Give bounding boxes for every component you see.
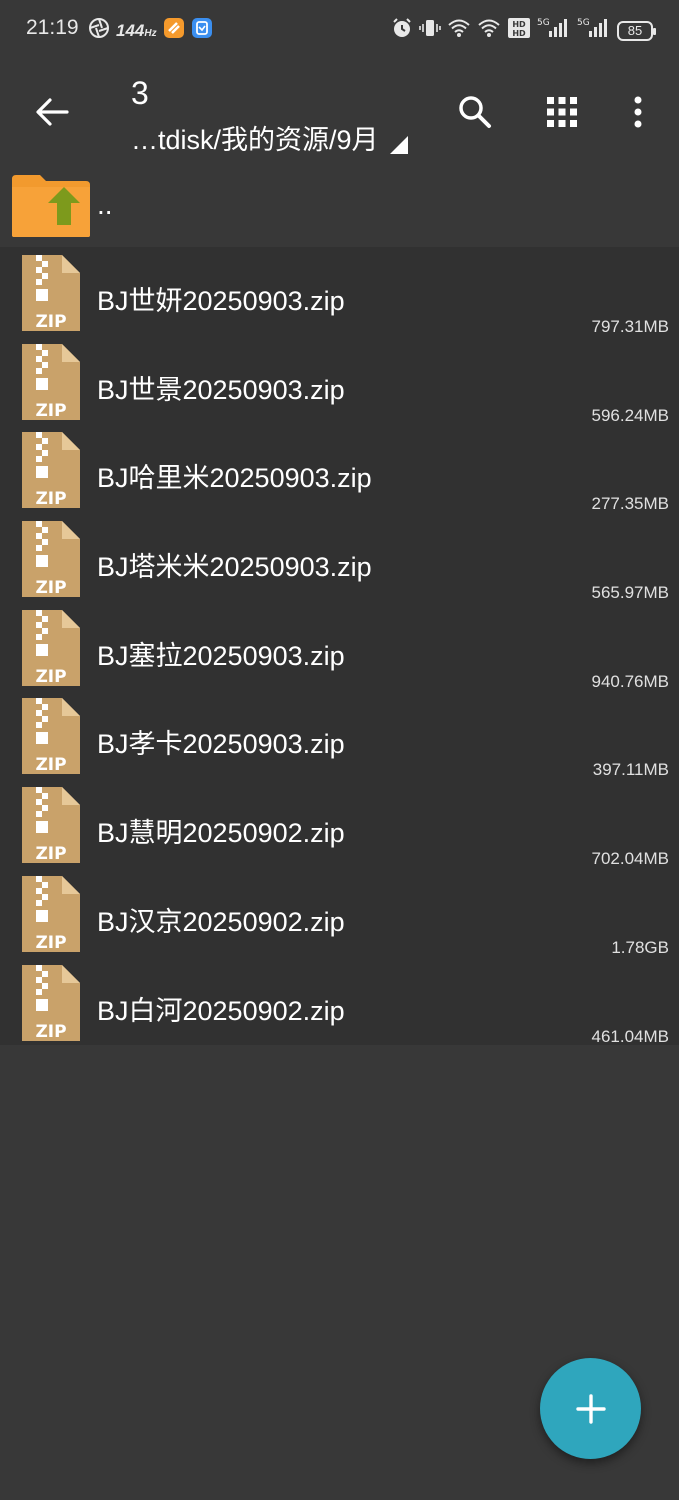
- status-time: 21:19: [26, 16, 79, 39]
- network-type-1: 5G: [537, 18, 550, 28]
- hd-voice-icon: HD HD: [507, 17, 531, 44]
- battery-icon: 85: [617, 20, 656, 41]
- plus-icon: [575, 1393, 606, 1424]
- file-rows: ZIP BJ世妍20250903.zip 797.31MB ZIP BJ世景20…: [0, 247, 679, 1048]
- parent-directory-label: ..: [97, 189, 113, 220]
- zip-file-icon: ZIP: [20, 874, 82, 959]
- file-size: 565.97MB: [591, 583, 670, 603]
- add-fab-button[interactable]: [540, 1358, 641, 1459]
- more-options-button[interactable]: [610, 84, 666, 140]
- file-row-4[interactable]: ZIP BJ塔米米20250903.zip 565.97MB: [0, 513, 679, 602]
- file-name: BJ孝卡20250903.zip: [97, 729, 345, 760]
- wifi-icon: [447, 18, 471, 43]
- file-name: BJ哈里米20250903.zip: [97, 463, 372, 494]
- zip-label: ZIP: [35, 1022, 66, 1042]
- signal-5g-icon-secondary: 5G: [577, 17, 611, 44]
- battery-level: 85: [627, 23, 643, 38]
- file-size: 277.35MB: [591, 494, 670, 514]
- refresh-rate: 144Hz: [116, 20, 157, 40]
- path-text: …tdisk/我的资源/9月: [131, 125, 379, 155]
- file-name: BJ汉京20250902.zip: [97, 906, 345, 937]
- file-size: 461.04MB: [591, 1026, 670, 1046]
- file-name: BJ世妍20250903.zip: [97, 286, 345, 316]
- file-list: .. ZIP BJ世妍20250903.zip 797.31MB ZIP BJ世…: [0, 167, 679, 1048]
- zip-file-icon: ZIP: [20, 253, 82, 338]
- toolbar: 3 …tdisk/我的资源/9月: [0, 60, 679, 165]
- zip-file-icon: ZIP: [20, 696, 82, 781]
- file-row-2[interactable]: ZIP BJ世景20250903.zip 596.24MB: [0, 335, 679, 427]
- zip-label: ZIP: [35, 401, 66, 421]
- file-name: BJ塔米米20250903.zip: [97, 552, 372, 583]
- screen: 21:19 144Hz HD HD 5G 5G 85 3 …tdisk/我的资源…: [0, 0, 679, 1500]
- dropdown-triangle-icon: [389, 136, 408, 154]
- more-vertical-icon: [634, 96, 642, 128]
- search-icon: [459, 96, 491, 128]
- file-size: 702.04MB: [591, 849, 670, 869]
- file-name: BJ白河20250902.zip: [97, 995, 345, 1026]
- zip-file-icon: ZIP: [20, 430, 82, 515]
- zip-file-icon: ZIP: [20, 785, 82, 870]
- file-size: 397.11MB: [592, 760, 669, 780]
- zip-label: ZIP: [35, 933, 66, 953]
- file-name: BJ世景20250903.zip: [97, 374, 345, 405]
- zip-file-icon: ZIP: [20, 608, 82, 693]
- search-button[interactable]: [447, 84, 503, 140]
- status-right-icons: HD HD 5G 5G 85: [391, 17, 656, 44]
- zip-file-icon: ZIP: [20, 342, 82, 427]
- zip-label: ZIP: [35, 312, 66, 332]
- page-title: 3: [131, 75, 149, 111]
- file-size: 940.76MB: [591, 671, 670, 691]
- vibrate-icon: [419, 17, 441, 44]
- file-row-7[interactable]: ZIP BJ慧明20250902.zip 702.04MB: [0, 779, 679, 868]
- zip-label: ZIP: [35, 489, 66, 509]
- aperture-icon: [88, 17, 110, 44]
- alarm-icon: [391, 17, 413, 44]
- back-button[interactable]: [26, 86, 78, 138]
- file-size: 797.31MB: [591, 317, 670, 336]
- zip-file-icon: ZIP: [20, 963, 82, 1048]
- status-bar: 21:19 144Hz HD HD 5G 5G 85: [0, 0, 679, 60]
- folder-up-icon: [10, 173, 92, 244]
- zip-label: ZIP: [35, 578, 66, 598]
- file-row-3[interactable]: ZIP BJ哈里米20250903.zip 277.35MB: [0, 424, 679, 513]
- grid-view-button[interactable]: [534, 84, 590, 140]
- wifi-icon-secondary: [477, 18, 501, 43]
- file-size: 1.78GB: [611, 937, 669, 957]
- zip-label: ZIP: [35, 755, 66, 775]
- file-row-6[interactable]: ZIP BJ孝卡20250903.zip 397.11MB: [0, 690, 679, 779]
- zip-label: ZIP: [35, 667, 66, 687]
- path-breadcrumb[interactable]: …tdisk/我的资源/9月: [131, 118, 409, 157]
- grid-icon: [547, 97, 577, 127]
- status-left-icons: 144Hz: [88, 17, 213, 44]
- app-notification-icon-orange: [163, 17, 185, 44]
- file-name: BJ慧明20250902.zip: [97, 818, 345, 849]
- app-notification-icon-blue: [191, 17, 213, 44]
- zip-label: ZIP: [35, 844, 66, 864]
- file-row-5[interactable]: ZIP BJ塞拉20250903.zip 940.76MB: [0, 601, 679, 693]
- zip-file-icon: ZIP: [20, 519, 82, 604]
- file-row-8[interactable]: ZIP BJ汉京20250902.zip 1.78GB: [0, 867, 679, 959]
- arrow-left-icon: [36, 98, 69, 126]
- network-type-2: 5G: [577, 18, 590, 28]
- parent-directory-row[interactable]: ..: [0, 167, 679, 247]
- svg-text:HD: HD: [512, 20, 526, 29]
- signal-5g-icon: 5G: [537, 17, 571, 44]
- file-size: 596.24MB: [591, 405, 670, 425]
- svg-text:HD: HD: [512, 29, 526, 38]
- file-name: BJ塞拉20250903.zip: [97, 640, 345, 671]
- file-row-9[interactable]: ZIP BJ白河20250902.zip 461.04MB: [0, 956, 679, 1048]
- file-row-1[interactable]: ZIP BJ世妍20250903.zip 797.31MB: [0, 247, 679, 336]
